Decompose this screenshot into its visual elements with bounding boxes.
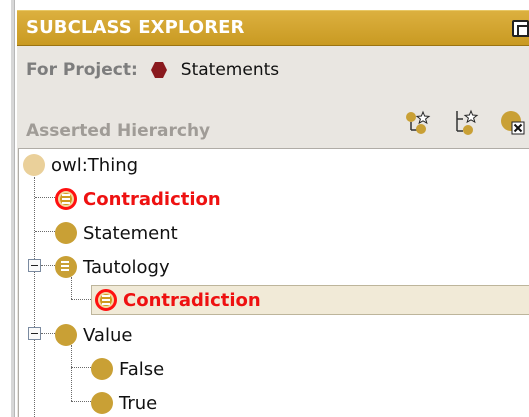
class-icon (55, 324, 77, 346)
tree-connector (41, 265, 55, 266)
window-maximize-icon[interactable] (512, 20, 529, 37)
class-hierarchy-tree[interactable]: owl:Thing Contradiction Statement Tautol… (18, 148, 529, 417)
tree-item-label: Statement (83, 222, 178, 244)
tree-item-label: Value (83, 324, 133, 346)
project-label: For Project: (26, 60, 138, 80)
project-hexagon-icon (150, 62, 167, 78)
hierarchy-label: Asserted Hierarchy (26, 121, 211, 141)
tree-connector (41, 333, 55, 334)
inconsistent-defined-class-icon (95, 289, 117, 311)
tree-item-statement[interactable]: Statement (55, 218, 178, 248)
create-sibling-class-icon[interactable] (451, 109, 479, 137)
project-name: Statements (180, 60, 280, 80)
tree-item-contradiction-selected[interactable]: Contradiction (91, 285, 529, 315)
tree-connector (71, 367, 91, 368)
tree-item-value[interactable]: Value (55, 320, 132, 350)
project-row: For Project: Statements (26, 59, 279, 81)
class-icon (91, 358, 113, 380)
panel-title: SUBCLASS EXPLORER (26, 17, 245, 38)
tree-connector-root (34, 177, 35, 417)
tree-item-owl-thing[interactable]: owl:Thing (23, 150, 138, 180)
subclass-explorer-titlebar: SUBCLASS EXPLORER (17, 10, 529, 46)
tree-item-contradiction[interactable]: Contradiction (55, 184, 221, 214)
tree-item-label: Contradiction (123, 289, 261, 311)
tree-connector (71, 345, 72, 401)
left-panel-border (11, 0, 15, 417)
tree-expander-tautology[interactable] (28, 259, 41, 272)
tree-item-label: owl:Thing (51, 154, 139, 176)
tree-item-label: True (119, 392, 158, 414)
tree-item-true[interactable]: True (91, 388, 157, 417)
tree-item-tautology[interactable]: Tautology (55, 252, 170, 282)
inconsistent-defined-class-icon (55, 188, 77, 210)
class-icon (23, 154, 45, 176)
create-subclass-icon[interactable] (403, 109, 431, 137)
class-icon (55, 222, 77, 244)
tree-expander-value[interactable] (28, 327, 41, 340)
delete-class-icon[interactable] (499, 109, 527, 137)
class-icon (91, 392, 113, 414)
tree-item-label: Contradiction (83, 188, 221, 210)
tree-item-false[interactable]: False (91, 354, 164, 384)
tree-item-label: Tautology (83, 256, 170, 278)
tree-connector (71, 299, 91, 300)
tree-item-label: False (119, 358, 165, 380)
tree-connector (35, 197, 55, 198)
tree-connector (71, 401, 91, 402)
tree-connector (35, 231, 55, 232)
defined-class-icon (55, 256, 77, 278)
subclass-explorer-panel: For Project: Statements Asserted Hierarc… (17, 46, 529, 417)
